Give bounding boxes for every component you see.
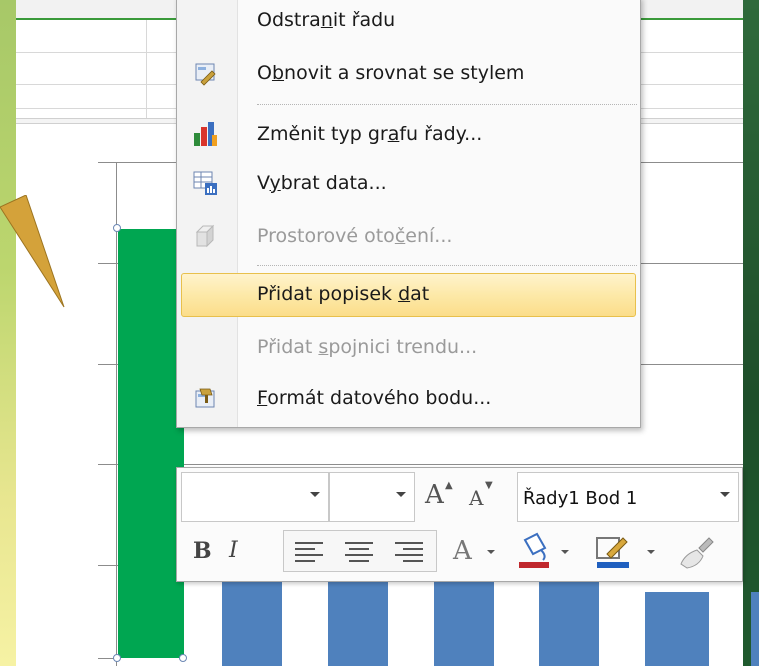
selection-handle[interactable] [179,654,187,662]
align-right-icon[interactable] [389,538,429,566]
bar-point-5[interactable] [539,572,599,666]
cell-col-line [146,20,147,120]
chevron-down-icon [561,550,569,554]
pen-icon [596,537,629,568]
chevron-down-icon [310,492,320,497]
font-size-dropdown[interactable] [329,472,415,522]
format-data-point-icon [195,388,215,408]
3d-rotation-icon [195,224,215,248]
paint-bucket-icon [519,532,549,568]
chart-element-value: Řady1 Bod 1 [523,488,638,509]
italic-icon: I [229,538,238,563]
shrink-font-icon: A [469,486,484,510]
menu-item-label: Obnovit a srovnat se stylem [257,62,525,84]
font-color-button[interactable]: A [447,530,505,572]
bold-button[interactable]: B [187,530,219,572]
menu-item-add-data-label[interactable]: Přidat popisek dat [177,271,640,319]
line-color-button[interactable] [591,530,661,572]
bar-point-2[interactable] [222,572,282,666]
bar-point-6[interactable] [645,592,709,666]
bar-point-3[interactable] [328,572,388,666]
grow-font-button[interactable]: A ▲ [421,476,457,516]
context-menu: Odstranit řadu Obnovit a srovnat se styl… [176,0,641,428]
chart-type-icon [194,122,217,146]
align-left-icon[interactable] [289,538,329,566]
shrink-font-button[interactable]: A ▼ [463,476,499,516]
callout-arrow [0,195,65,308]
menu-item-3d-rotation[interactable]: Prostorové otočení... [177,213,640,261]
menu-item-reset-style[interactable]: Obnovit a srovnat se stylem [177,50,640,98]
menu-item-add-trendline[interactable]: Přidat spojnici trendu... [177,324,640,372]
mini-toolbar: A ▲ A ▼ Řady1 Bod 1 B I A [176,467,743,582]
menu-item-label: Prostorové otočení... [257,225,453,247]
chevron-down-icon [487,550,495,554]
bold-icon: B [193,538,212,564]
gridline [98,464,743,465]
menu-separator [257,104,637,105]
menu-item-label: Přidat popisek dat [257,283,430,305]
reset-style-icon [195,63,216,86]
menu-item-label: Změnit typ grafu řady... [257,123,483,145]
align-center-icon[interactable] [339,538,379,566]
menu-item-label: Vybrat data... [257,172,387,194]
italic-button[interactable]: I [221,530,253,572]
menu-item-label: Formát datového bodu... [257,387,492,409]
chart-element-dropdown[interactable]: Řady1 Bod 1 [517,472,739,522]
menu-item-format-data-point[interactable]: Formát datového bodu... [177,375,640,423]
menu-item-label: Odstranit řadu [257,9,396,31]
select-data-icon [193,171,217,195]
menu-item-change-chart-type[interactable]: Změnit typ grafu řady... [177,111,640,159]
bar-point-7[interactable] [751,592,759,666]
bar-point-4[interactable] [434,572,494,666]
grow-font-icon: A [425,480,444,510]
menu-item-label: Přidat spojnici trendu... [257,336,478,358]
menu-item-delete-series[interactable]: Odstranit řadu [177,0,640,45]
menu-separator [257,265,637,266]
fill-color-button[interactable] [513,530,575,572]
font-color-icon: A [453,536,472,566]
selection-handle[interactable] [113,654,121,662]
value-axis [116,162,117,666]
slide-right-edge [743,0,759,666]
font-name-dropdown[interactable] [181,472,329,522]
selection-handle[interactable] [113,224,121,232]
format-painter-icon[interactable] [677,534,717,570]
bar-point-1-selected[interactable] [118,229,184,658]
chevron-down-icon [647,550,655,554]
chevron-down-icon [720,492,730,497]
menu-item-select-data[interactable]: Vybrat data... [177,160,640,208]
chevron-down-icon [396,492,406,497]
